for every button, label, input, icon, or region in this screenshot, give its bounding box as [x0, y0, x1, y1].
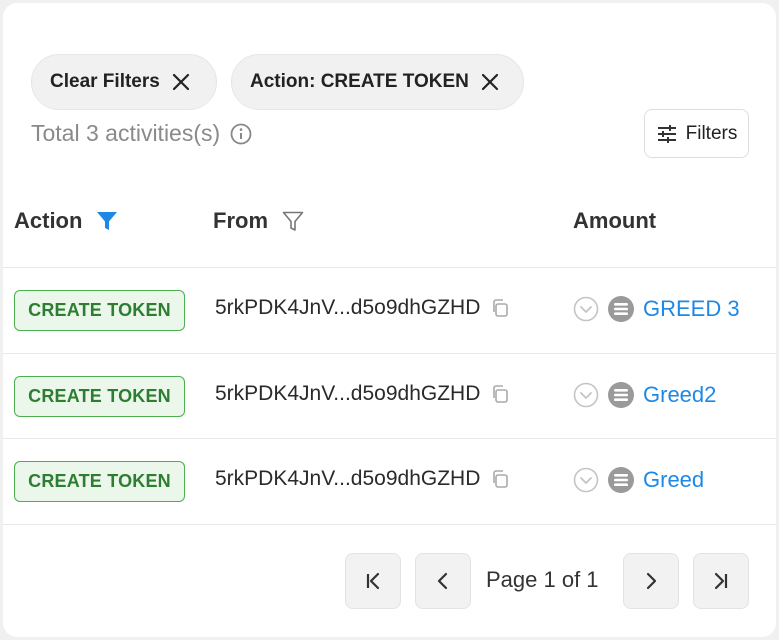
divider [3, 524, 776, 525]
from-address: 5rkPDK4JnV...d5o9dhGZHD [215, 467, 510, 491]
filter-active-icon[interactable] [96, 210, 118, 232]
copy-icon[interactable] [490, 384, 510, 404]
column-header-amount-label: Amount [573, 208, 657, 233]
activity-card: Clear Filters Action: CREATE TOKEN Total… [3, 3, 776, 637]
page-indicator: Page 1 of 1 [486, 567, 599, 592]
action-filter-label: Action: CREATE TOKEN [250, 71, 469, 92]
last-page-icon [714, 572, 728, 590]
chevron-down-icon[interactable] [573, 382, 599, 408]
prev-page-button[interactable] [415, 553, 471, 609]
total-count-text: Total 3 activities(s) [31, 120, 221, 146]
column-header-from-label: From [213, 208, 268, 233]
next-page-button[interactable] [623, 553, 679, 609]
close-icon[interactable] [172, 73, 190, 91]
chevron-right-icon [646, 572, 657, 590]
chevron-down-icon[interactable] [573, 467, 599, 493]
copy-icon[interactable] [490, 298, 510, 318]
filter-icon[interactable] [282, 210, 304, 232]
from-address: 5rkPDK4JnV...d5o9dhGZHD [215, 296, 510, 320]
column-header-amount: Amount [573, 208, 656, 234]
filters-button[interactable]: Filters [644, 109, 749, 158]
copy-icon[interactable] [490, 469, 510, 489]
token-name-link[interactable]: Greed [643, 467, 704, 493]
amount-cell: GREED 3 [573, 295, 740, 323]
clear-filters-label: Clear Filters [50, 71, 160, 92]
chevron-down-icon[interactable] [573, 296, 599, 322]
action-badge: CREATE TOKEN [14, 376, 185, 417]
token-icon [608, 382, 634, 408]
info-icon[interactable] [230, 123, 252, 145]
first-page-icon [366, 572, 380, 590]
table-row: CREATE TOKEN 5rkPDK4JnV...d5o9dhGZHD Gre… [3, 439, 776, 524]
column-header-action: Action [14, 208, 118, 234]
amount-cell: Greed [573, 466, 704, 494]
action-badge: CREATE TOKEN [14, 290, 185, 331]
token-name-link[interactable]: GREED 3 [643, 296, 740, 322]
from-address: 5rkPDK4JnV...d5o9dhGZHD [215, 382, 510, 406]
from-address-text[interactable]: 5rkPDK4JnV...d5o9dhGZHD [215, 467, 480, 491]
amount-cell: Greed2 [573, 381, 716, 409]
table-row: CREATE TOKEN 5rkPDK4JnV...d5o9dhGZHD Gre… [3, 354, 776, 439]
column-header-action-label: Action [14, 208, 83, 233]
total-count: Total 3 activities(s) [31, 120, 252, 147]
from-address-text[interactable]: 5rkPDK4JnV...d5o9dhGZHD [215, 296, 480, 320]
token-name-link[interactable]: Greed2 [643, 382, 716, 408]
filters-button-label: Filters [685, 122, 738, 144]
close-icon[interactable] [481, 73, 499, 91]
chevron-left-icon [437, 572, 448, 590]
from-address-text[interactable]: 5rkPDK4JnV...d5o9dhGZHD [215, 382, 480, 406]
column-header-from: From [213, 208, 304, 234]
table-row: CREATE TOKEN 5rkPDK4JnV...d5o9dhGZHD GRE… [3, 268, 776, 353]
clear-filters-chip[interactable]: Clear Filters [31, 54, 217, 110]
action-badge: CREATE TOKEN [14, 461, 185, 502]
last-page-button[interactable] [693, 553, 749, 609]
token-icon [608, 296, 634, 322]
sliders-icon [657, 124, 676, 143]
first-page-button[interactable] [345, 553, 401, 609]
action-filter-chip[interactable]: Action: CREATE TOKEN [231, 54, 524, 110]
token-icon [608, 467, 634, 493]
